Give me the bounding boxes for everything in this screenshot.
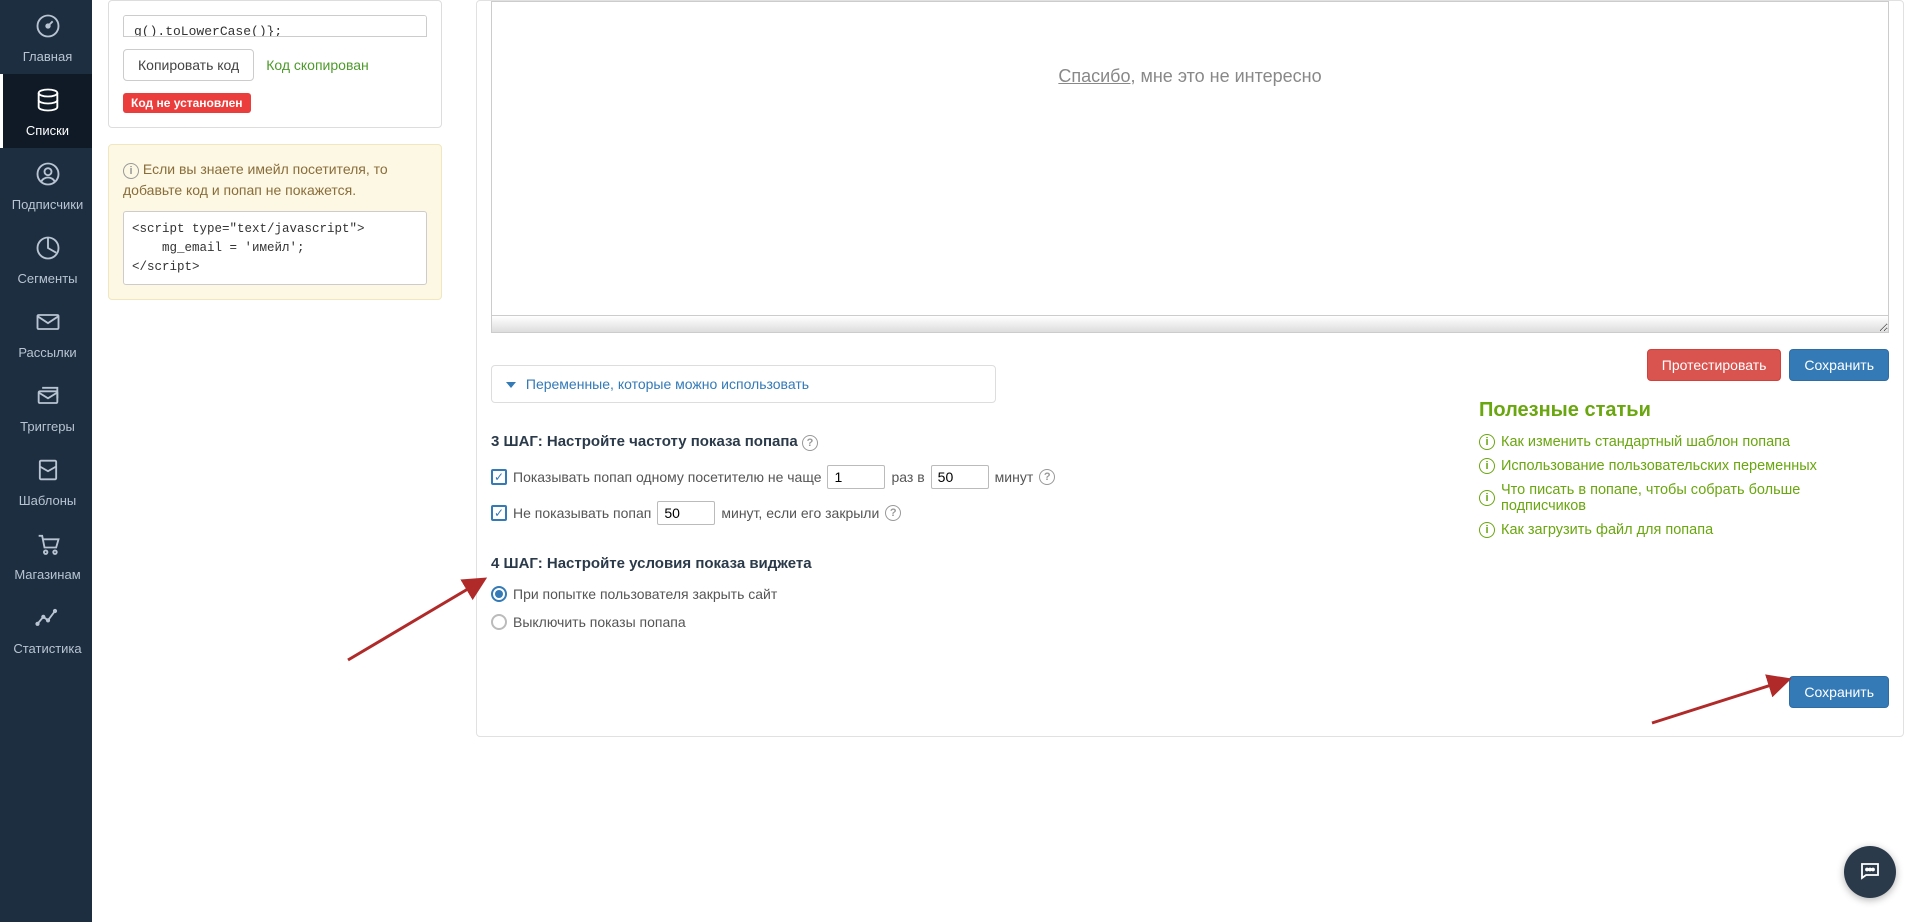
articles-title: Полезные статьи xyxy=(1479,399,1889,422)
suppress-minutes-input[interactable] xyxy=(657,501,715,525)
sidebar-item-subscribers[interactable]: Подписчики xyxy=(0,148,92,222)
radio-on-exit[interactable] xyxy=(491,586,507,602)
sidebar-item-label: Рассылки xyxy=(18,345,76,360)
template-icon xyxy=(34,456,62,487)
sidebar-item-label: Шаблоны xyxy=(19,493,77,508)
info-icon: i xyxy=(1479,490,1495,506)
caret-down-icon xyxy=(506,382,516,388)
radio-disable[interactable] xyxy=(491,614,507,630)
frequency-minutes-input[interactable] xyxy=(931,465,989,489)
sidebar-item-label: Триггеры xyxy=(20,419,75,434)
envelope-icon xyxy=(34,308,62,339)
article-link[interactable]: iИспользование пользовательских переменн… xyxy=(1479,458,1889,474)
help-icon[interactable]: ? xyxy=(802,435,818,451)
variables-toggle[interactable]: Переменные, которые можно использовать xyxy=(491,365,996,403)
info-text: Если вы знаете имейл посетителя, то доба… xyxy=(123,161,388,198)
chat-fab[interactable] xyxy=(1844,846,1896,898)
preview-close-link[interactable]: Спасибо, мне это не интересно xyxy=(1058,66,1321,87)
code-snippet[interactable]: g().toLowerCase()}; xyxy=(123,15,427,37)
user-icon xyxy=(34,160,62,191)
sidebar-item-label: Статистика xyxy=(13,641,81,656)
popup-preview[interactable]: Спасибо, мне это не интересно xyxy=(491,1,1889,333)
copied-message: Код скопирован xyxy=(266,57,369,73)
code-not-installed-badge: Код не установлен xyxy=(123,93,251,113)
sidebar-item-label: Сегменты xyxy=(17,271,77,286)
envelopes-icon xyxy=(34,382,62,413)
pie-chart-icon xyxy=(34,234,62,265)
stack-icon xyxy=(34,86,62,117)
install-code-panel: g().toLowerCase()}; Копировать код Код с… xyxy=(108,0,442,128)
article-link[interactable]: iКак изменить стандартный шаблон попапа xyxy=(1479,434,1889,450)
step4-title: 4 ШАГ: Настройте условия показа виджета xyxy=(491,555,1459,572)
step4-option2[interactable]: Выключить показы попапа xyxy=(491,614,1459,630)
step3-title: 3 ШАГ: Настройте частоту показа попапа ? xyxy=(491,433,1459,451)
step3-row1: ✓ Показывать попап одному посетителю не … xyxy=(491,465,1459,489)
save-button-bottom[interactable]: Сохранить xyxy=(1789,676,1889,708)
test-button[interactable]: Протестировать xyxy=(1647,349,1782,381)
sidebar-item-templates[interactable]: Шаблоны xyxy=(0,444,92,518)
sidebar-item-label: Главная xyxy=(23,49,72,64)
sidebar-item-home[interactable]: Главная xyxy=(0,0,92,74)
info-icon: i xyxy=(1479,434,1495,450)
sidebar-item-mailings[interactable]: Рассылки xyxy=(0,296,92,370)
chat-icon xyxy=(1858,859,1882,886)
help-icon[interactable]: ? xyxy=(885,505,901,521)
checkbox-show-frequency[interactable]: ✓ xyxy=(491,469,507,485)
checkbox-suppress-after-close[interactable]: ✓ xyxy=(491,505,507,521)
sidebar-item-statistics[interactable]: Статистика xyxy=(0,592,92,666)
email-script-code[interactable]: <script type="text/javascript"> mg_email… xyxy=(123,211,427,285)
copy-code-button[interactable]: Копировать код xyxy=(123,49,254,81)
sidebar-item-shops[interactable]: Магазинам xyxy=(0,518,92,592)
sidebar-item-label: Магазинам xyxy=(14,567,80,582)
annotation-arrow-icon xyxy=(343,570,493,670)
articles-column: Полезные статьи iКак изменить стандартны… xyxy=(1479,399,1889,546)
sidebar: Главная Списки Подписчики Сегменты Рассы… xyxy=(0,0,92,922)
main-settings-card: Спасибо, мне это не интересно Переменные… xyxy=(476,0,1904,737)
sidebar-item-triggers[interactable]: Триггеры xyxy=(0,370,92,444)
gauge-icon xyxy=(34,12,62,43)
help-icon[interactable]: ? xyxy=(1039,469,1055,485)
cart-icon xyxy=(34,530,62,561)
sidebar-item-segments[interactable]: Сегменты xyxy=(0,222,92,296)
email-info-panel: i Если вы знаете имейл посетителя, то до… xyxy=(108,144,442,300)
article-link[interactable]: iЧто писать в попапе, чтобы собрать боль… xyxy=(1479,482,1889,514)
info-icon: i xyxy=(1479,458,1495,474)
sidebar-item-lists[interactable]: Списки xyxy=(0,74,92,148)
article-link[interactable]: iКак загрузить файл для попапа xyxy=(1479,522,1889,538)
sidebar-item-label: Списки xyxy=(26,123,69,138)
save-button[interactable]: Сохранить xyxy=(1789,349,1889,381)
step3-row2: ✓ Не показывать попап минут, если его за… xyxy=(491,501,1459,525)
info-icon: i xyxy=(1479,522,1495,538)
annotation-arrow-icon xyxy=(1647,668,1797,728)
line-chart-icon xyxy=(34,604,62,635)
step4-option1[interactable]: При попытке пользователя закрыть сайт xyxy=(491,586,1459,602)
info-icon: i xyxy=(123,163,139,179)
sidebar-item-label: Подписчики xyxy=(12,197,84,212)
frequency-count-input[interactable] xyxy=(827,465,885,489)
